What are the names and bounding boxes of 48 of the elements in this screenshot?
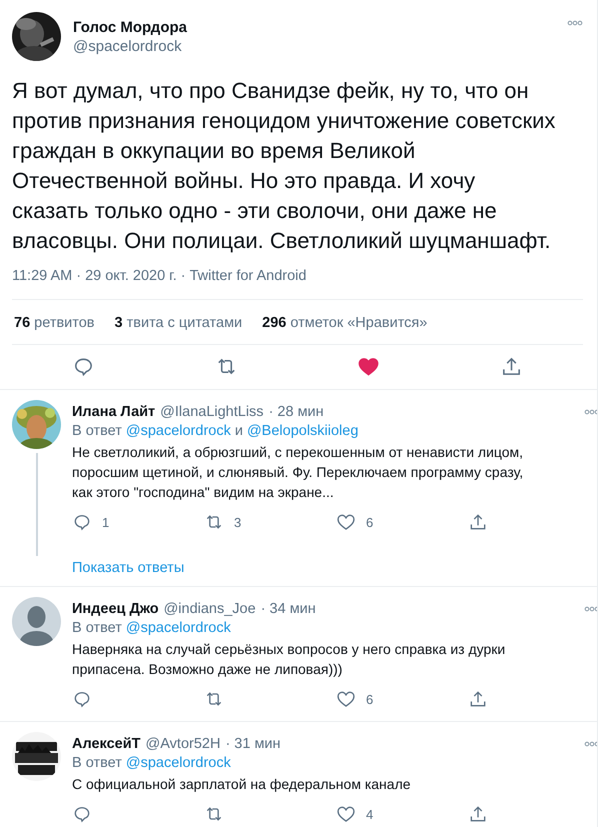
share-icon[interactable] bbox=[468, 804, 488, 824]
more-icon[interactable] bbox=[584, 409, 597, 415]
heart-icon[interactable] bbox=[336, 512, 356, 532]
author-handle[interactable]: @IlanaLightLiss bbox=[160, 404, 264, 420]
like-count: 6 bbox=[366, 514, 374, 530]
reply-icon[interactable] bbox=[72, 512, 92, 532]
reply-text: С официальной зарплатой на федеральном канале bbox=[72, 775, 412, 794]
heart-icon[interactable] bbox=[357, 355, 380, 378]
tweet-text: Я вот думал, что про Сванидзе фейк, ну то, что он против признания геноцидом уничтожение советских граждан в оккупации во время Великой Отечественной войны. Но это правда. И хочу сказать только одно - эти сволочи, они даже не власовцы. Они полицаи. Светлоликий шуцманшафт. bbox=[12, 77, 556, 255]
retweet-count: 3 bbox=[234, 514, 242, 530]
reply-to-label: В ответ bbox=[72, 423, 122, 439]
reply-text: Наверняка на случай серьёзных вопросов у него справка из дурки припасена. Возможно даже не липовая))) bbox=[72, 640, 506, 679]
stat-link[interactable]: 76 ретвитов bbox=[14, 315, 95, 331]
reply-text: Не светлоликий, а обрюзгший, с перекошенным от ненависти лицом, поросшим щетиной, и слюнявый. Фу. Переключаем программу сразу, как этого "господина" видим на экране... bbox=[72, 443, 524, 502]
more-icon[interactable] bbox=[584, 606, 597, 612]
like-count: 6 bbox=[366, 692, 374, 706]
heart-icon[interactable] bbox=[336, 804, 356, 824]
more-icon[interactable] bbox=[584, 741, 597, 747]
author-handle[interactable]: @spacelordrock bbox=[73, 38, 555, 54]
reply-icon[interactable] bbox=[72, 689, 92, 709]
author-handle[interactable]: @Avtor52H bbox=[146, 736, 220, 752]
reply-time[interactable]: · 31 мин bbox=[225, 736, 281, 752]
share-icon[interactable] bbox=[468, 512, 488, 532]
reply-time[interactable]: · 34 мин bbox=[260, 601, 316, 617]
share-icon[interactable] bbox=[468, 689, 488, 709]
reply-count: 1 bbox=[102, 514, 110, 530]
conjunction: и bbox=[234, 423, 243, 439]
author-name[interactable]: Индеец Джо bbox=[72, 601, 159, 617]
author-handle[interactable]: @indians_Joe bbox=[164, 601, 256, 617]
stat-link[interactable]: 3 твита с цитатами bbox=[114, 315, 242, 331]
mention-link[interactable]: @spacelordrock bbox=[126, 755, 231, 771]
tweet-timestamp[interactable]: 11:29 AM · 29 окт. 2020 г. · Twitter for Android bbox=[12, 268, 583, 300]
stat-link[interactable]: 296 отметок «Нравится» bbox=[262, 315, 428, 331]
reply-time[interactable]: · 28 мин bbox=[268, 404, 324, 420]
author-name[interactable]: АлексейТ bbox=[72, 736, 141, 752]
heart-icon[interactable] bbox=[336, 689, 356, 709]
default-avatar-icon bbox=[12, 597, 61, 646]
reply-icon[interactable] bbox=[72, 804, 92, 824]
author-name[interactable]: Голос Мордора bbox=[73, 18, 555, 36]
like-count: 4 bbox=[366, 806, 374, 822]
show-replies-link[interactable]: Показать ответы bbox=[72, 544, 597, 586]
reply-to-label: В ответ bbox=[72, 755, 122, 771]
reply-to-label: В ответ bbox=[72, 620, 122, 636]
author-name[interactable]: Илана Лайт bbox=[72, 404, 156, 420]
mention-link[interactable]: @Belopolskiioleg bbox=[246, 423, 358, 439]
mention-link[interactable]: @spacelordrock bbox=[126, 423, 231, 439]
more-icon[interactable] bbox=[567, 20, 583, 26]
mention-link[interactable]: @spacelordrock bbox=[126, 620, 231, 636]
